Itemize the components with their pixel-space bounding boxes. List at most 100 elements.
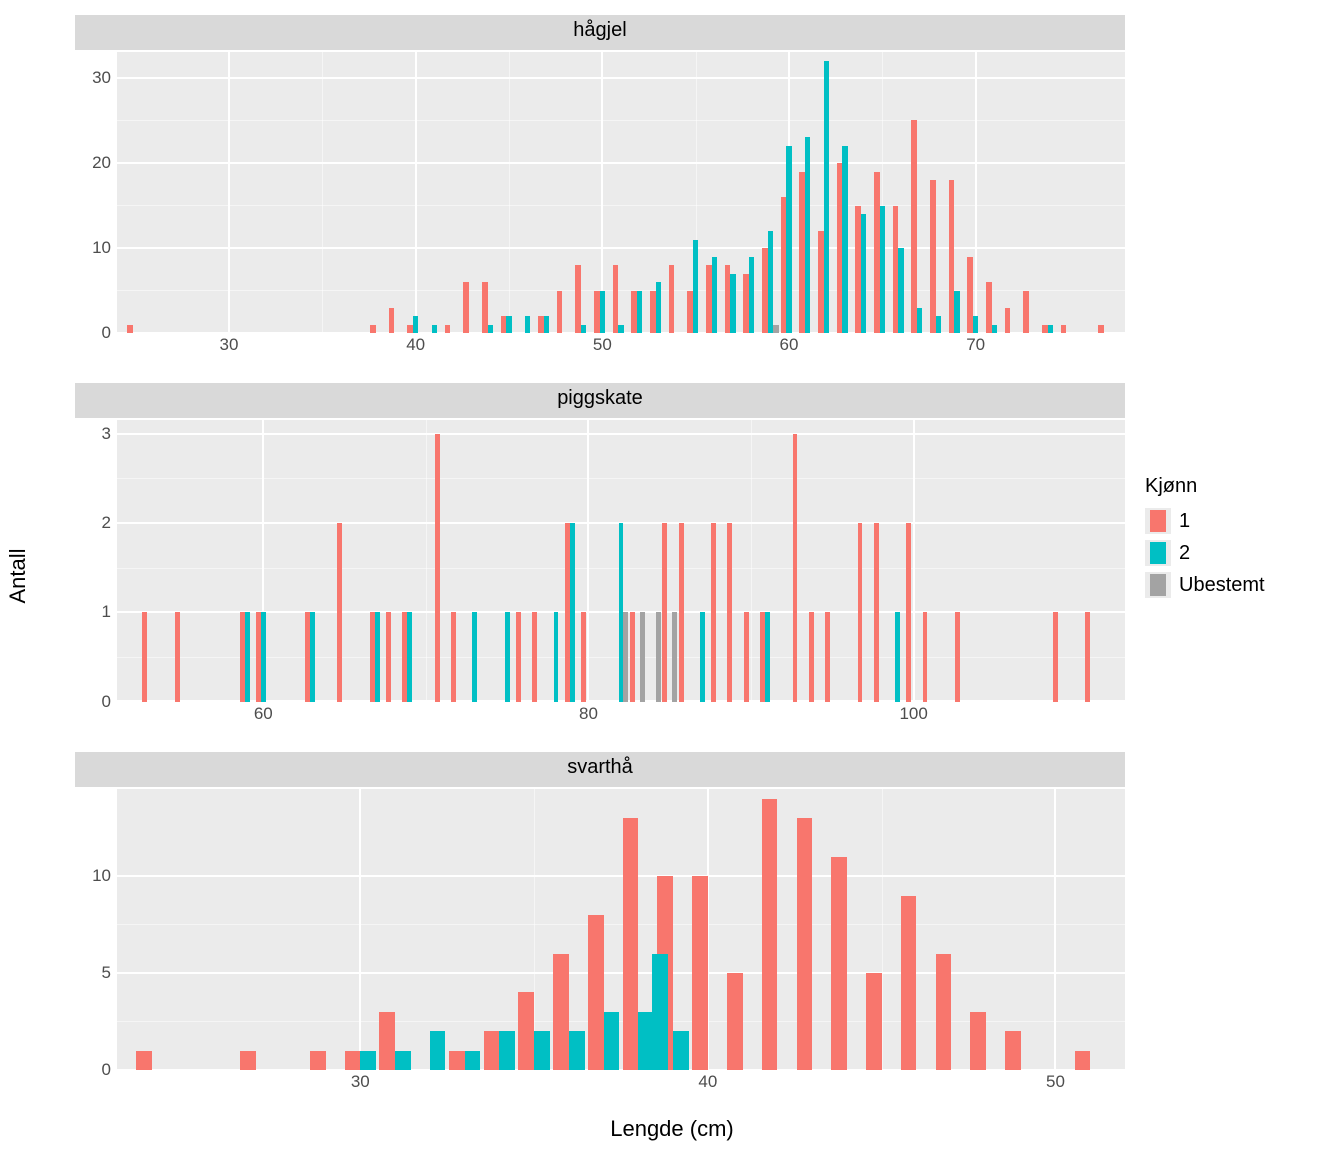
- x-ticks: 6080100: [117, 702, 1125, 732]
- facet-strip: svarthå: [75, 752, 1125, 789]
- bar: [463, 282, 469, 333]
- bar: [906, 523, 911, 701]
- bar: [693, 240, 699, 334]
- bar: [898, 248, 904, 333]
- gridline-v-minor: [534, 789, 535, 1070]
- bar: [825, 612, 830, 701]
- bar: [623, 612, 628, 701]
- bar: [954, 291, 960, 334]
- bar: [142, 612, 147, 701]
- gridline-v-minor: [509, 52, 510, 333]
- bar: [692, 876, 708, 1070]
- bar: [604, 1012, 620, 1070]
- bar: [569, 1031, 585, 1070]
- legend-items: 1 2 Ubestemt: [1145, 508, 1265, 598]
- plot-panel: [117, 420, 1125, 701]
- bar: [917, 308, 923, 334]
- bar: [379, 1012, 395, 1070]
- gridline-v-minor: [426, 420, 427, 701]
- bar: [749, 257, 755, 334]
- bar: [499, 1031, 515, 1070]
- gridline-v: [975, 52, 977, 333]
- bar: [842, 146, 848, 333]
- bar: [640, 612, 645, 701]
- bar: [1005, 1031, 1021, 1070]
- bar: [936, 954, 952, 1070]
- bar: [386, 612, 391, 701]
- bar: [992, 325, 998, 334]
- y-tick-label: 0: [102, 323, 111, 343]
- legend-title: Kjønn: [1145, 475, 1265, 498]
- legend-label: Ubestemt: [1179, 574, 1265, 597]
- facet: hågjel01020303040506070: [75, 15, 1125, 363]
- chart-figure: { "axis": { "x_title": "Lengde (cm)", "y…: [0, 0, 1344, 1152]
- bar: [544, 316, 550, 333]
- x-tick-label: 100: [899, 704, 927, 724]
- y-tick-label: 3: [102, 424, 111, 444]
- bar: [955, 612, 960, 701]
- bar: [679, 523, 684, 701]
- bar: [858, 523, 863, 701]
- bar: [345, 1051, 361, 1070]
- bar: [656, 612, 661, 701]
- bar: [618, 325, 624, 334]
- bar: [762, 799, 778, 1070]
- y-tick-label: 20: [92, 153, 111, 173]
- gridline-h: [117, 433, 1125, 435]
- bar: [727, 523, 732, 701]
- y-ticks: 0102030: [75, 52, 117, 333]
- bar: [652, 954, 668, 1070]
- bar: [797, 818, 813, 1070]
- bar: [1048, 325, 1054, 334]
- legend-key-box: [1145, 508, 1171, 534]
- legend-item: 2: [1145, 540, 1265, 566]
- bar: [1053, 612, 1058, 701]
- bar: [656, 282, 662, 333]
- bar: [930, 180, 936, 333]
- bar: [465, 1051, 481, 1070]
- bar: [901, 896, 917, 1070]
- legend-swatch: [1150, 574, 1166, 596]
- x-tick-label: 30: [351, 1072, 370, 1092]
- bar: [518, 992, 534, 1070]
- gridline-v: [228, 52, 230, 333]
- legend-label: 2: [1179, 542, 1190, 565]
- bar: [1085, 612, 1090, 701]
- x-tick-label: 80: [579, 704, 598, 724]
- bar: [700, 612, 705, 701]
- bar: [809, 612, 814, 701]
- gridline-h-minor: [117, 478, 1125, 479]
- bar: [570, 523, 575, 701]
- bar: [575, 265, 581, 333]
- bar: [337, 523, 342, 701]
- facet: piggskate01236080100: [75, 383, 1125, 731]
- bar: [768, 231, 774, 333]
- bar: [662, 523, 667, 701]
- bar: [970, 1012, 986, 1070]
- y-tick-label: 30: [92, 68, 111, 88]
- bar: [712, 257, 718, 334]
- bar: [127, 325, 133, 334]
- bar: [973, 316, 979, 333]
- bar: [923, 612, 928, 701]
- bar: [866, 973, 882, 1070]
- bar: [240, 1051, 256, 1070]
- gridline-v: [587, 420, 589, 701]
- legend-item: 1: [1145, 508, 1265, 534]
- bar: [413, 316, 419, 333]
- panel-wrap: 0510: [75, 789, 1125, 1070]
- bar: [936, 316, 942, 333]
- bar: [516, 612, 521, 701]
- y-tick-label: 10: [92, 238, 111, 258]
- bar: [730, 274, 736, 334]
- bar: [525, 316, 531, 333]
- gridline-v: [913, 420, 915, 701]
- y-tick-label: 0: [102, 692, 111, 712]
- legend-item: Ubestemt: [1145, 572, 1265, 598]
- bar: [727, 973, 743, 1070]
- bar: [136, 1051, 152, 1070]
- legend-key-box: [1145, 540, 1171, 566]
- x-tick-label: 50: [593, 335, 612, 355]
- y-ticks: 0123: [75, 420, 117, 701]
- x-tick-label: 70: [966, 335, 985, 355]
